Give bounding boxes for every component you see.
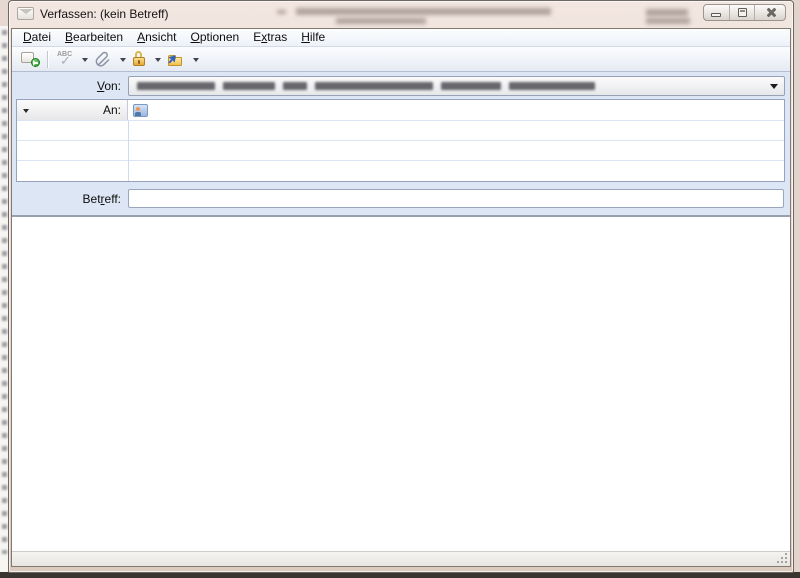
chevron-down-icon [770,83,778,93]
redacted-text-blur [223,81,275,90]
message-headers: Von: An: Betreff: [12,72,790,217]
save-folder-icon [167,49,185,67]
send-button[interactable] [17,49,44,70]
window-client-area: Datei Bearbeiten Ansicht Optionen Extras… [11,28,791,567]
maximize-button[interactable] [729,5,754,20]
message-body-editor[interactable] [12,217,790,551]
from-label: Von: [96,78,121,93]
lock-icon [132,51,147,67]
close-icon [765,7,776,18]
redacted-text-blur [441,81,501,90]
glass-blur-artifact [277,10,286,14]
attach-button[interactable] [90,49,116,70]
attach-dropdown-arrow[interactable] [120,58,126,65]
menu-hilfe[interactable]: Hilfe [294,29,332,46]
menu-datei[interactable]: Datei [16,29,58,46]
abc-check-icon: ✓ ABC [57,51,73,68]
security-button[interactable] [128,49,151,70]
from-row: Von: [12,72,790,99]
glass-blur-artifact [646,9,688,16]
subject-input[interactable] [128,189,784,208]
security-dropdown-arrow[interactable] [155,58,161,65]
address-card-icon [133,103,148,117]
menu-extras[interactable]: Extras [246,29,294,46]
recipient-type-dropdown[interactable]: An: [17,100,128,120]
minimize-button[interactable] [704,5,729,20]
spellcheck-button[interactable]: ✓ ABC [52,49,78,70]
envelope-send-icon [21,51,40,67]
compose-envelope-icon [17,7,34,20]
maximize-icon [738,8,747,17]
recipient-row[interactable] [17,141,784,161]
from-identity-select[interactable] [128,75,785,96]
save-dropdown-arrow[interactable] [193,58,199,65]
recipient-row[interactable] [17,161,784,181]
recipients-grid: An: [16,99,785,182]
redacted-text-blur [283,81,307,90]
minimize-icon [711,13,721,17]
menu-bearbeiten[interactable]: Bearbeiten [58,29,130,46]
window-title: Verfassen: (kein Betreff) [40,7,169,21]
subject-row: Betreff: [12,185,790,212]
compose-window: Verfassen: (kein Betreff) Datei Bearbeit… [8,0,794,573]
statusbar [12,551,790,566]
close-button[interactable] [754,5,785,20]
toolbar-separator [47,50,48,68]
window-controls [703,4,786,21]
glass-blur-artifact [646,18,690,24]
desktop: Verfassen: (kein Betreff) Datei Bearbeit… [0,0,800,578]
spellcheck-dropdown-arrow[interactable] [82,58,88,65]
grid-column-divider [128,121,129,181]
redacted-text-blur [315,81,433,90]
recipient-input[interactable] [128,100,784,120]
background-window-right-edge [794,0,800,572]
subject-label: Betreff: [82,191,121,206]
recipient-row: An: [17,100,784,121]
titlebar[interactable]: Verfassen: (kein Betreff) [9,1,793,28]
menu-ansicht[interactable]: Ansicht [130,29,183,46]
menubar: Datei Bearbeiten Ansicht Optionen Extras… [12,29,790,47]
redacted-text-blur [137,81,215,90]
glass-blur-artifact [296,8,551,15]
redacted-text-blur [509,81,595,90]
recipient-row[interactable] [17,121,784,141]
glass-blur-artifact [336,18,426,24]
paperclip-icon [95,51,110,67]
save-button[interactable] [163,49,189,70]
resize-grip-icon[interactable] [776,552,788,564]
menu-optionen[interactable]: Optionen [183,29,246,46]
compose-toolbar: ✓ ABC [12,47,790,72]
to-label: An: [102,103,121,117]
